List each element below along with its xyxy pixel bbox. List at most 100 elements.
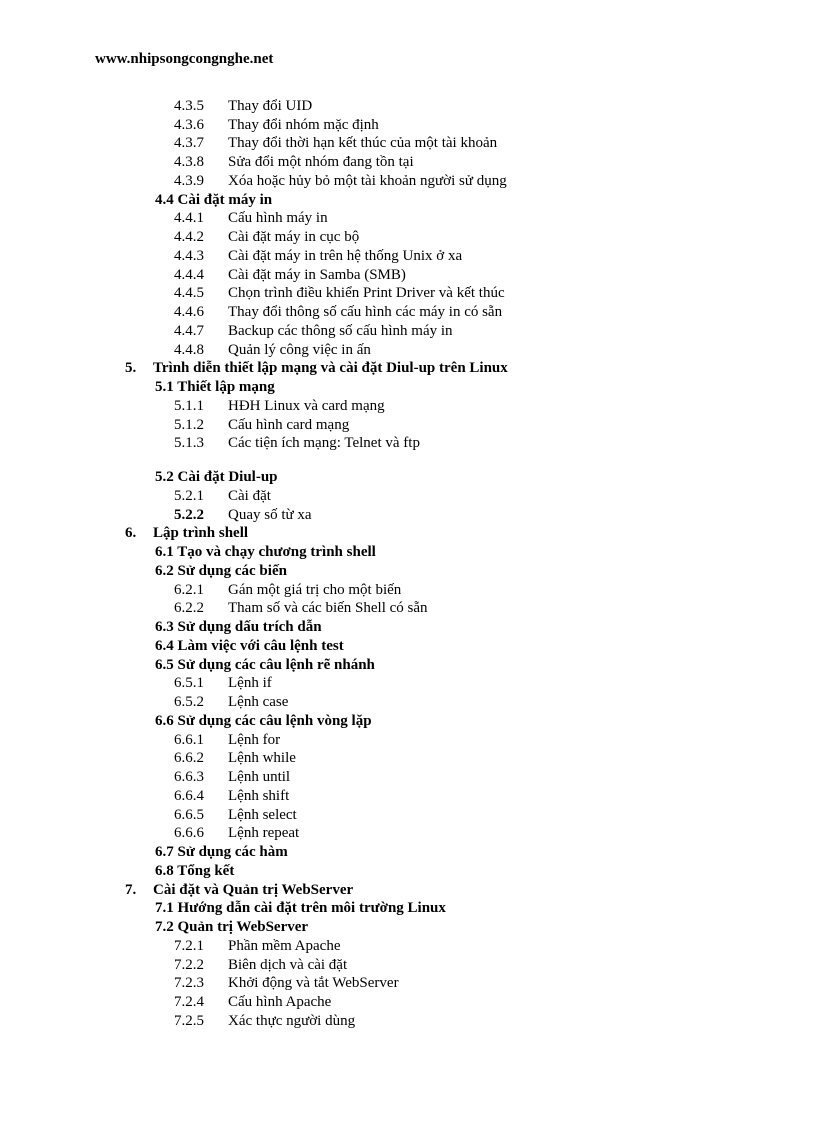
toc-text: 6.3 Sử dụng dấu trích dẫn <box>155 619 322 635</box>
toc-text: 6.7 Sử dụng các hàm <box>155 844 288 860</box>
toc-entry: 7.2.3Khởi động và tắt WebServer <box>95 974 726 993</box>
toc-number: 4.4.2 <box>174 228 228 247</box>
toc-text: Lệnh if <box>228 675 272 691</box>
toc-entry: 7.Cài đặt và Quản trị WebServer <box>95 881 726 900</box>
toc-text: 6.2 Sử dụng các biến <box>155 563 287 579</box>
toc-text: Xác thực người dùng <box>228 1013 355 1029</box>
toc-text: Thay đổi UID <box>228 98 312 114</box>
toc-number: 6.6.3 <box>174 768 228 787</box>
toc-text: Cài đặt và Quản trị WebServer <box>153 882 353 898</box>
toc-text: Thay đổi nhóm mặc định <box>228 117 379 133</box>
toc-number: 7.2.1 <box>174 937 228 956</box>
toc-text: Biên dịch và cài đặt <box>228 957 347 973</box>
toc-number: 6.2.1 <box>174 581 228 600</box>
toc-number: 4.4.7 <box>174 322 228 341</box>
toc-text: Lệnh shift <box>228 788 289 804</box>
toc-number: 4.4.1 <box>174 209 228 228</box>
toc-entry: 6.3 Sử dụng dấu trích dẫn <box>95 618 726 637</box>
toc-text: Lệnh while <box>228 750 296 766</box>
toc-number: 7. <box>125 881 153 900</box>
toc-text: Thay đổi thông số cấu hình các máy in có… <box>228 304 502 320</box>
toc-entry: 6.6.2Lệnh while <box>95 749 726 768</box>
toc-number: 4.4.5 <box>174 284 228 303</box>
toc-text: Cấu hình card mạng <box>228 417 349 433</box>
toc-text: Cài đặt máy in trên hệ thống Unix ở xa <box>228 248 462 264</box>
toc-number: 7.2.4 <box>174 993 228 1012</box>
toc-text: 6.8 Tổng kết <box>155 863 234 879</box>
toc-text: Khởi động và tắt WebServer <box>228 975 399 991</box>
toc-entry: 4.3.8Sửa đổi một nhóm đang tồn tại <box>95 153 726 172</box>
toc-text: 5.2 Cài đặt Diul-up <box>155 469 278 485</box>
toc-entry: 4.4.1Cấu hình máy in <box>95 209 726 228</box>
toc-number: 4.4.8 <box>174 341 228 360</box>
toc-number: 4.4.6 <box>174 303 228 322</box>
table-of-contents: 4.3.5Thay đổi UID4.3.6Thay đổi nhóm mặc … <box>95 97 726 1031</box>
toc-text: Tham số và các biến Shell có sẵn <box>228 600 428 616</box>
toc-text: Cài đặt máy in Samba (SMB) <box>228 267 406 283</box>
toc-text: Cấu hình Apache <box>228 994 331 1010</box>
toc-entry: 7.1 Hướng dẫn cài đặt trên môi trường Li… <box>95 899 726 918</box>
toc-entry: 6.4 Làm việc với câu lệnh test <box>95 637 726 656</box>
toc-entry: 5.1.2Cấu hình card mạng <box>95 416 726 435</box>
toc-entry: 4.4.5Chọn trình điều khiển Print Driver … <box>95 284 726 303</box>
toc-text: Lệnh for <box>228 732 280 748</box>
toc-text: Xóa hoặc hủy bỏ một tài khoản người sử d… <box>228 173 507 189</box>
toc-text: 6.6 Sử dụng các câu lệnh vòng lặp <box>155 713 372 729</box>
toc-text: Lệnh until <box>228 769 290 785</box>
toc-entry: 7.2.2Biên dịch và cài đặt <box>95 956 726 975</box>
toc-number: 4.3.6 <box>174 116 228 135</box>
toc-text: 6.5 Sử dụng các câu lệnh rẽ nhánh <box>155 657 375 673</box>
toc-text: Lệnh select <box>228 807 297 823</box>
toc-entry: 4.3.5Thay đổi UID <box>95 97 726 116</box>
toc-entry: 5.1.1HĐH Linux và card mạng <box>95 397 726 416</box>
toc-number: 7.2.5 <box>174 1012 228 1031</box>
toc-entry: 7.2.1Phần mềm Apache <box>95 937 726 956</box>
toc-entry: 6.2.1Gán một giá trị cho một biến <box>95 581 726 600</box>
toc-number: 6. <box>125 524 153 543</box>
toc-text: Phần mềm Apache <box>228 938 340 954</box>
toc-text: Lệnh repeat <box>228 825 299 841</box>
toc-entry: 6.Lập trình shell <box>95 524 726 543</box>
toc-number: 4.4.4 <box>174 266 228 285</box>
toc-entry: 6.7 Sử dụng các hàm <box>95 843 726 862</box>
toc-entry: 5.2.1Cài đặt <box>95 487 726 506</box>
toc-entry: 7.2.4Cấu hình Apache <box>95 993 726 1012</box>
toc-text: Backup các thông số cấu hình máy in <box>228 323 453 339</box>
toc-text: 7.2 Quản trị WebServer <box>155 919 308 935</box>
toc-entry: 6.6.1Lệnh for <box>95 731 726 750</box>
toc-entry: 6.5.1Lệnh if <box>95 674 726 693</box>
toc-number: 4.3.8 <box>174 153 228 172</box>
page-header: www.nhipsongcongnghe.net <box>95 50 726 69</box>
toc-entry: 7.2.5Xác thực người dùng <box>95 1012 726 1031</box>
toc-entry: 5.2 Cài đặt Diul-up <box>95 468 726 487</box>
toc-text: Chọn trình điều khiển Print Driver và kế… <box>228 285 505 301</box>
toc-entry: 5.1.3Các tiện ích mạng: Telnet và ftp <box>95 434 726 453</box>
toc-number: 7.2.3 <box>174 974 228 993</box>
toc-entry: 6.1 Tạo và chạy chương trình shell <box>95 543 726 562</box>
toc-entry: 6.2.2Tham số và các biến Shell có sẵn <box>95 599 726 618</box>
toc-number: 4.3.9 <box>174 172 228 191</box>
toc-number: 5.1.1 <box>174 397 228 416</box>
toc-text: 6.4 Làm việc với câu lệnh test <box>155 638 344 654</box>
toc-entry: 4.4.7Backup các thông số cấu hình máy in <box>95 322 726 341</box>
toc-text: Cài đặt <box>228 488 271 504</box>
toc-entry: 6.5.2Lệnh case <box>95 693 726 712</box>
toc-number: 6.6.4 <box>174 787 228 806</box>
toc-entry: 4.3.6Thay đổi nhóm mặc định <box>95 116 726 135</box>
toc-entry: 6.2 Sử dụng các biến <box>95 562 726 581</box>
toc-text: Gán một giá trị cho một biến <box>228 582 401 598</box>
toc-entry: 6.6.3Lệnh until <box>95 768 726 787</box>
toc-text: Quay số từ xa <box>228 507 312 523</box>
toc-entry: 4.3.7Thay đổi thời hạn kết thúc của một … <box>95 134 726 153</box>
toc-entry: 6.5 Sử dụng các câu lệnh rẽ nhánh <box>95 656 726 675</box>
toc-number: 4.3.7 <box>174 134 228 153</box>
toc-entry: 7.2 Quản trị WebServer <box>95 918 726 937</box>
toc-number: 6.6.1 <box>174 731 228 750</box>
toc-text: Thay đổi thời hạn kết thúc của một tài k… <box>228 135 497 151</box>
toc-entry: 4.4.3Cài đặt máy in trên hệ thống Unix ở… <box>95 247 726 266</box>
toc-entry: 6.6 Sử dụng các câu lệnh vòng lặp <box>95 712 726 731</box>
toc-number: 6.6.2 <box>174 749 228 768</box>
toc-text: Quản lý công việc in ấn <box>228 342 371 358</box>
toc-text: 5.1 Thiết lập mạng <box>155 379 275 395</box>
toc-entry: 4.4.4Cài đặt máy in Samba (SMB) <box>95 266 726 285</box>
